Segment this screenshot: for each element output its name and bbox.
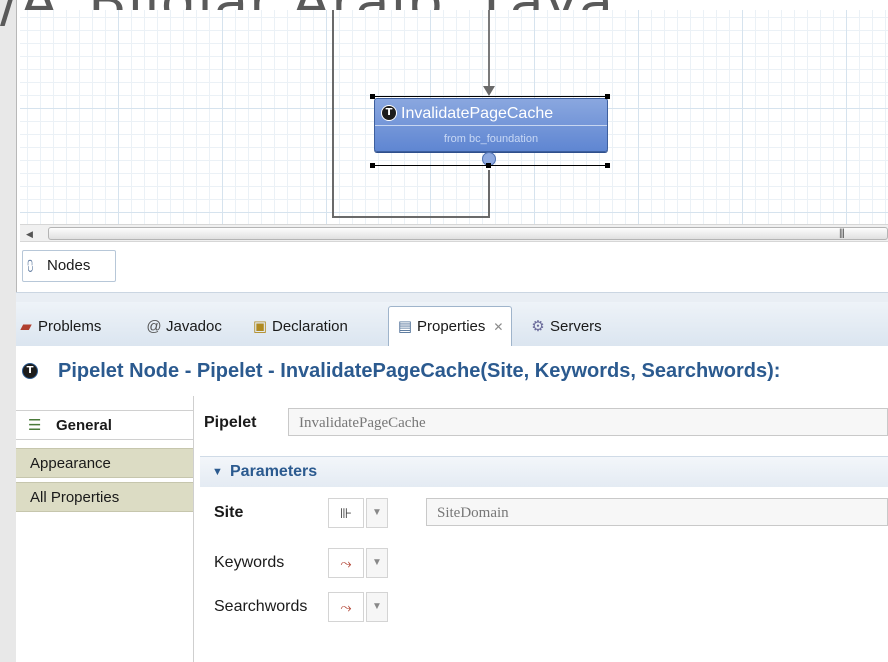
node-subtitle: from bc_foundation (443, 133, 539, 145)
pipelet-field[interactable]: InvalidatePageCache (288, 408, 888, 436)
at-icon: @ (146, 318, 162, 335)
connector-line (332, 216, 490, 218)
null-binding-icon[interactable]: ⤳ (328, 592, 364, 622)
param-label-searchwords: Searchwords (214, 598, 308, 615)
searchwords-binding-combo[interactable]: ⤳ ▼ (328, 592, 388, 622)
properties-panel: Pipelet InvalidatePageCache ▼ Parameters… (194, 396, 888, 662)
properties-title: Pipelet Node - Pipelet - InvalidatePageC… (58, 360, 781, 382)
site-binding-combo[interactable]: ⊪ ▼ (328, 498, 388, 528)
resize-handle[interactable] (370, 163, 375, 168)
keywords-binding-combo[interactable]: ⤳ ▼ (328, 548, 388, 578)
tab-nodes[interactable]: ⩇ Nodes (22, 250, 116, 282)
properties-icon: ▤ (397, 318, 413, 335)
node-title: InvalidatePageCache (401, 105, 554, 122)
param-label-keywords: Keywords (214, 554, 285, 571)
problems-icon: ▰ (20, 318, 32, 335)
connector-line (332, 10, 334, 218)
parameters-title: Parameters (230, 463, 318, 480)
close-icon[interactable]: ✕ (493, 320, 503, 334)
tab-problems[interactable]: ▰ Problems (18, 312, 101, 342)
tab-javadoc[interactable]: @ Javadoc (146, 312, 222, 342)
pipelet-type-icon: T (22, 363, 38, 379)
properties-section-tabs: ☰ General Appearance All Properties (16, 396, 194, 662)
pipeline-canvas[interactable]: T InvalidatePageCache from bc_foundation (20, 10, 888, 224)
declaration-icon: ▣ (252, 318, 268, 335)
pipelet-node[interactable]: T InvalidatePageCache from bc_foundation (374, 98, 608, 152)
chevron-down-icon[interactable]: ▼ (366, 592, 388, 622)
collapse-triangle-icon[interactable]: ▼ (212, 457, 223, 487)
section-tab-all-properties[interactable]: All Properties (16, 482, 194, 512)
tab-nodes-label: Nodes (47, 257, 91, 274)
view-tab-bar: ▰ Problems @ Javadoc ▣ Declaration ▤ Propert… (16, 302, 888, 347)
pipelet-type-icon: T (381, 105, 397, 121)
resize-handle[interactable] (486, 163, 491, 168)
resize-handle[interactable] (605, 94, 610, 99)
chevron-down-icon[interactable]: ▼ (366, 498, 388, 528)
connector-line (488, 170, 490, 218)
arrow-head-icon (483, 86, 495, 96)
resize-handle[interactable] (370, 94, 375, 99)
selection-border (372, 96, 608, 97)
section-tab-appearance[interactable]: Appearance (16, 448, 194, 478)
incoming-connector (488, 10, 490, 88)
servers-icon: ⚙ (531, 318, 545, 335)
resize-handle[interactable] (605, 163, 610, 168)
grip-icon: ||| (839, 228, 845, 239)
nodes-icon: ⩇ (27, 258, 34, 274)
scrollbar-thumb[interactable]: ||| (48, 227, 888, 240)
horizontal-scrollbar[interactable]: ◀ ||| (20, 224, 888, 242)
dictionary-binding-icon[interactable]: ⊪ (328, 498, 364, 528)
null-binding-icon[interactable]: ⤳ (328, 548, 364, 578)
general-icon: ☰ (28, 417, 42, 434)
param-label-site: Site (214, 504, 244, 521)
pipelet-label: Pipelet (204, 414, 257, 431)
tab-properties[interactable]: ▤ Properties ✕ (388, 306, 513, 347)
parameters-section[interactable]: ▼ Parameters (200, 456, 888, 487)
tab-declaration[interactable]: ▣ Declaration (252, 312, 348, 342)
scroll-left-icon[interactable]: ◀ (26, 229, 33, 240)
tab-servers[interactable]: ⚙ Servers (530, 312, 601, 342)
section-tab-general[interactable]: ☰ General (16, 410, 194, 440)
properties-header: T Pipelet Node - Pipelet - InvalidatePag… (16, 346, 888, 396)
node-divider (375, 125, 607, 126)
site-value-field[interactable]: SiteDomain (426, 498, 888, 526)
chevron-down-icon[interactable]: ▼ (366, 548, 388, 578)
